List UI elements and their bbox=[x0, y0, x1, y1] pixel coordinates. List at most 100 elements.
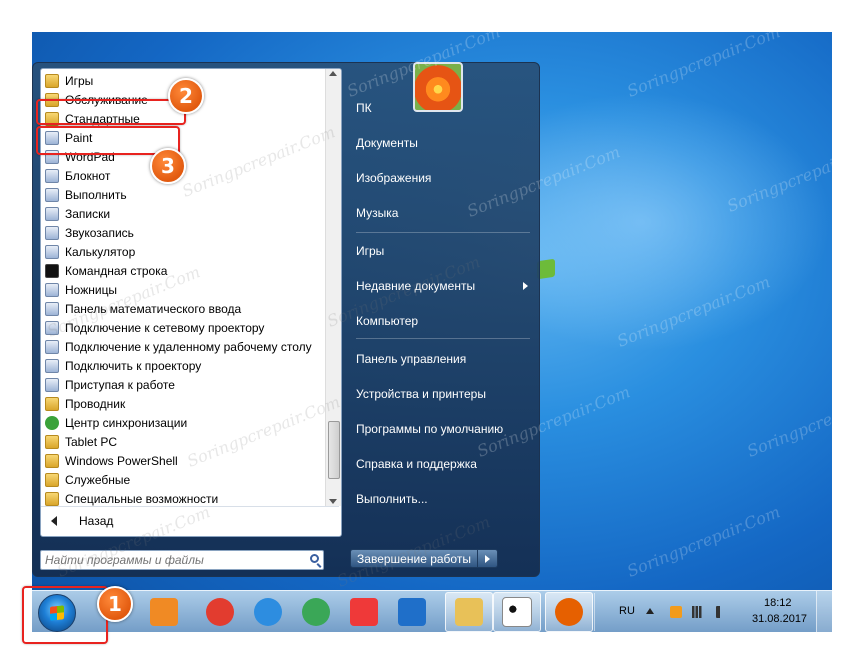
microphone-icon bbox=[45, 225, 59, 240]
taskbar-app-button[interactable] bbox=[196, 592, 244, 632]
program-item[interactable]: Служебные bbox=[45, 470, 324, 489]
volume-icon[interactable] bbox=[716, 606, 728, 618]
folder-icon bbox=[45, 491, 59, 506]
notepad-icon bbox=[45, 168, 59, 183]
program-item[interactable]: Проводник bbox=[45, 394, 324, 413]
program-item[interactable]: Tablet PC bbox=[45, 432, 324, 451]
start-menu-link[interactable]: Игры bbox=[356, 240, 532, 262]
program-item[interactable]: Приступая к работе bbox=[45, 375, 324, 394]
start-menu-link[interactable]: ПК bbox=[356, 97, 532, 119]
shutdown-options-button[interactable] bbox=[478, 549, 498, 568]
show-hidden-icons-icon[interactable] bbox=[646, 608, 654, 614]
link-label: Компьютер bbox=[356, 314, 419, 328]
clock-time[interactable]: 18:12 bbox=[764, 597, 792, 609]
program-item[interactable]: Калькулятор bbox=[45, 242, 324, 261]
scroll-up-icon[interactable] bbox=[329, 71, 337, 76]
link-label: Недавние документы bbox=[356, 279, 476, 293]
link-label: Изображения bbox=[356, 171, 432, 185]
show-desktop-button[interactable] bbox=[816, 591, 832, 632]
start-menu-link[interactable]: Выполнить... bbox=[356, 488, 532, 510]
program-item[interactable]: Подключение к удаленному рабочему столу bbox=[45, 337, 324, 356]
link-label: Панель управления bbox=[356, 352, 467, 366]
program-label: Калькулятор bbox=[65, 244, 136, 259]
clock-date[interactable]: 31.08.2017 bbox=[752, 613, 807, 625]
submenu-arrow-icon bbox=[523, 282, 528, 290]
taskbar-app-button[interactable] bbox=[545, 592, 593, 632]
watermark-text: Soringpcrepair.Com bbox=[624, 32, 783, 101]
yandex-browser-icon bbox=[206, 598, 234, 626]
link-label: Документы bbox=[356, 136, 418, 150]
taskbar-app-button[interactable] bbox=[140, 592, 188, 632]
taskbar-app-button[interactable] bbox=[340, 592, 388, 632]
shutdown-button[interactable]: Завершение работы bbox=[350, 549, 478, 568]
link-label: Игры bbox=[356, 244, 385, 258]
taskbar-app-button[interactable] bbox=[493, 592, 541, 632]
link-label: Устройства и принтеры bbox=[356, 387, 486, 401]
program-label: Подключить к проектору bbox=[65, 358, 202, 373]
program-item[interactable]: Звукозапись bbox=[45, 223, 324, 242]
remote-desktop-icon bbox=[45, 339, 59, 354]
back-button[interactable]: Назад bbox=[41, 506, 339, 535]
file-explorer-icon bbox=[455, 598, 483, 626]
scroll-thumb[interactable] bbox=[328, 421, 340, 479]
shutdown-group: Завершение работы bbox=[350, 549, 500, 570]
program-item[interactable]: Командная строка bbox=[45, 261, 324, 280]
taskbar-app-button[interactable] bbox=[388, 592, 436, 632]
start-menu-link[interactable]: Панель управления bbox=[356, 348, 532, 370]
program-label: Командная строка bbox=[65, 263, 168, 278]
program-label: Блокнот bbox=[65, 168, 111, 183]
program-label: Tablet PC bbox=[65, 434, 118, 449]
program-label: Звукозапись bbox=[65, 225, 134, 240]
start-menu-link[interactable]: Устройства и принтеры bbox=[356, 383, 532, 405]
program-item[interactable]: Подключение к сетевому проектору bbox=[45, 318, 324, 337]
search-box[interactable] bbox=[40, 550, 324, 570]
folder-icon bbox=[45, 472, 59, 487]
sync-center-icon bbox=[45, 415, 59, 430]
search-input[interactable] bbox=[45, 552, 295, 568]
start-menu-link[interactable]: Программы по умолчанию bbox=[356, 418, 532, 440]
language-indicator[interactable]: RU bbox=[619, 605, 635, 617]
program-label: Записки bbox=[65, 206, 111, 221]
program-item[interactable]: Центр синхронизации bbox=[45, 413, 324, 432]
program-item[interactable]: Панель математического ввода bbox=[45, 299, 324, 318]
getting-started-icon bbox=[45, 377, 59, 392]
explorer-icon bbox=[45, 396, 59, 411]
callout-3-badge: 3 bbox=[150, 148, 186, 184]
program-item[interactable]: Windows PowerShell bbox=[45, 451, 324, 470]
taskbar-app-button[interactable] bbox=[445, 592, 493, 632]
back-arrow-icon bbox=[51, 516, 57, 526]
search-icon[interactable] bbox=[310, 554, 319, 563]
folder-icon bbox=[45, 73, 59, 88]
taskbar-app-button[interactable] bbox=[292, 592, 340, 632]
start-menu-link[interactable]: Компьютер bbox=[356, 310, 532, 332]
projector-icon bbox=[45, 358, 59, 373]
program-label: Приступая к работе bbox=[65, 377, 175, 392]
program-item[interactable]: Подключить к проектору bbox=[45, 356, 324, 375]
callout-2-highlight bbox=[36, 99, 186, 125]
program-item[interactable]: Выполнить bbox=[45, 185, 324, 204]
sticky-notes-icon bbox=[45, 206, 59, 221]
link-label: Программы по умолчанию bbox=[356, 422, 504, 436]
start-menu-link[interactable]: Музыка bbox=[356, 202, 532, 224]
start-menu-link[interactable]: Документы bbox=[356, 132, 532, 154]
scroll-down-icon[interactable] bbox=[329, 499, 337, 504]
program-label: Подключение к сетевому проектору bbox=[65, 320, 265, 335]
callout-2-badge: 2 bbox=[168, 78, 204, 114]
programs-scrollbar[interactable] bbox=[325, 69, 341, 506]
start-menu-link[interactable]: Недавние документы bbox=[356, 275, 532, 297]
network-projector-icon bbox=[45, 320, 59, 335]
panda-icon bbox=[502, 597, 532, 627]
network-signal-icon[interactable] bbox=[692, 606, 704, 618]
start-menu-link[interactable]: Изображения bbox=[356, 167, 532, 189]
avast-icon[interactable] bbox=[670, 606, 682, 618]
firefox-icon bbox=[555, 598, 583, 626]
taskbar-app-button[interactable] bbox=[244, 592, 292, 632]
program-label: Служебные bbox=[65, 472, 131, 487]
start-menu-link[interactable]: Справка и поддержка bbox=[356, 453, 532, 475]
watermark-text: Soringpcrepair.Com bbox=[744, 382, 832, 461]
program-label: Проводник bbox=[65, 396, 126, 411]
program-item[interactable]: Ножницы bbox=[45, 280, 324, 299]
program-label: Ножницы bbox=[65, 282, 118, 297]
program-item[interactable]: Записки bbox=[45, 204, 324, 223]
back-label: Назад bbox=[79, 514, 114, 528]
